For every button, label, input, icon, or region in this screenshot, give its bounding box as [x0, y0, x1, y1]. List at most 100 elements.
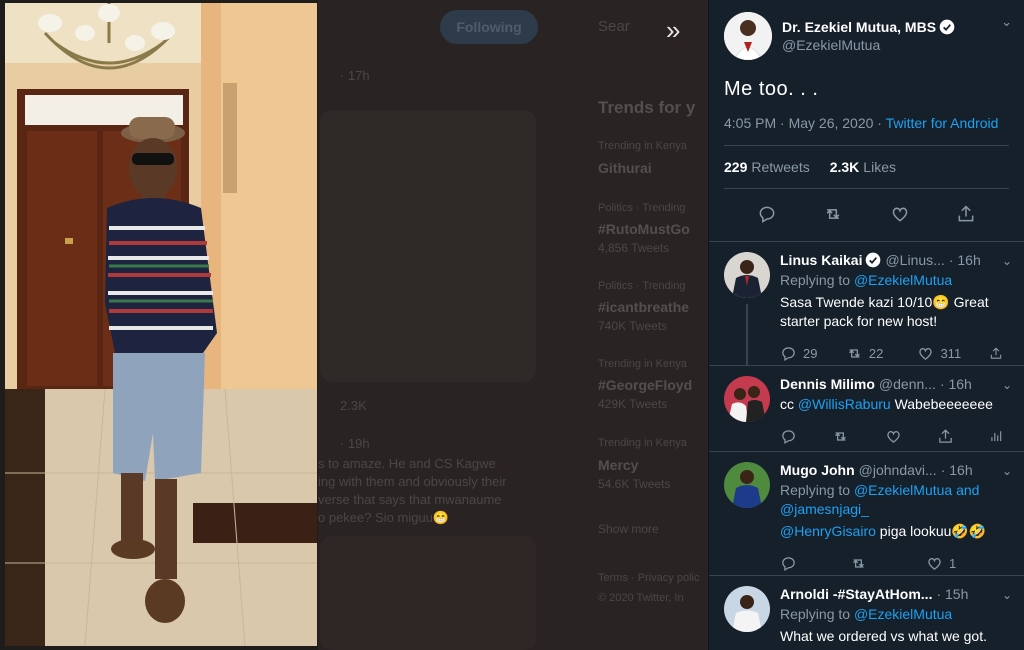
background-trend-context: Politics · Trending: [598, 202, 686, 214]
likes-stat[interactable]: 2.3K Likes: [830, 159, 896, 175]
avatar-image: [724, 376, 770, 422]
tweet-timestamp[interactable]: 4:05 PM · May 26, 2020 ·: [724, 115, 882, 131]
avatar[interactable]: [724, 462, 770, 508]
reply-author-handle[interactable]: @johndavi...: [859, 462, 937, 478]
reply-time[interactable]: · 16h: [949, 252, 981, 268]
mention-link[interactable]: @HenryGisairo: [780, 523, 876, 539]
retweet-icon[interactable]: [823, 204, 843, 224]
retweets-label: Retweets: [751, 159, 810, 175]
analytics-action[interactable]: [989, 428, 1009, 445]
reply-more-chevron-icon[interactable]: ⌄: [1002, 254, 1012, 268]
background-trends-title: Trends for y: [598, 98, 696, 117]
replying-to-link[interactable]: @EzekielMutua: [854, 482, 952, 498]
retweet-action[interactable]: [832, 428, 884, 445]
background-tweet-line: ing with them and obviously their: [318, 474, 507, 489]
reply-icon: [782, 556, 795, 571]
reply-author-handle[interactable]: @Linus...: [885, 252, 944, 268]
like-count: 311: [940, 345, 962, 361]
reply-text: Sasa Twende kazi 10/10😁 Great starter pa…: [780, 294, 989, 329]
background-show-more: Show more: [598, 522, 659, 536]
background-footer: Terms · Privacy polic: [598, 572, 700, 584]
replying-to: Replying to @EzekielMutua and @jamesnjagi…: [780, 481, 1009, 519]
tweet-meta: 4:05 PM · May 26, 2020 · Twitter for And…: [724, 115, 1009, 131]
more-options-chevron-icon[interactable]: ⌄: [1001, 14, 1012, 30]
like-count: 1: [949, 555, 957, 571]
reply-author-name[interactable]: Dennis Milimo: [780, 376, 875, 392]
reply-count: 29: [803, 345, 818, 361]
background-tweet-line: o pekee? Sio miguu😁: [318, 510, 450, 525]
share-icon[interactable]: [956, 204, 976, 224]
thread-connector: [746, 304, 748, 366]
avatar-image: [724, 462, 770, 508]
retweets-stat[interactable]: 229 Retweets: [724, 159, 810, 175]
replying-prefix: Replying to: [780, 606, 851, 622]
reply-action[interactable]: [780, 555, 850, 572]
reply-icon[interactable]: [757, 204, 777, 224]
replying-to-link[interactable]: @EzekielMutua: [854, 272, 952, 288]
replying-to-and: and: [956, 482, 980, 498]
reply-more-chevron-icon[interactable]: ⌄: [1002, 378, 1012, 392]
avatar[interactable]: [724, 376, 770, 422]
tweet-text: Me too. . .: [724, 78, 819, 100]
background-trend-context: Trending in Kenya: [598, 140, 687, 152]
mention-link[interactable]: @WillisRaburu: [798, 396, 891, 412]
reply-more-chevron-icon[interactable]: ⌄: [1002, 588, 1012, 602]
reply-time[interactable]: · 16h: [941, 462, 973, 478]
reply-author-name[interactable]: Mugo John: [780, 462, 855, 478]
like-action[interactable]: 311: [917, 345, 989, 362]
author-display-name[interactable]: Dr. Ezekiel Mutua, MBS: [782, 19, 955, 35]
retweet-action[interactable]: [850, 555, 926, 572]
share-action[interactable]: [937, 428, 989, 445]
reply-author-name[interactable]: Linus Kaikai: [780, 252, 862, 268]
like-action[interactable]: 1: [926, 555, 1002, 572]
retweet-action[interactable]: 22: [846, 345, 918, 362]
reply-time[interactable]: · 15h: [936, 586, 968, 602]
reply-tweet[interactable]: ⌄ Dennis Milimo @denn... · 16h cc @Willi…: [709, 366, 1024, 452]
share-icon: [938, 428, 952, 443]
likes-count: 2.3K: [829, 159, 860, 175]
reply-text-prefix: cc: [780, 396, 794, 412]
background-trend-count: 429K Tweets: [598, 397, 668, 411]
avatar-image: [724, 586, 770, 632]
reply-time[interactable]: · 16h: [940, 376, 972, 392]
share-icon: [990, 347, 1002, 359]
background-trend-name: Mercy: [598, 457, 639, 473]
replying-to-link[interactable]: @EzekielMutua: [854, 606, 952, 622]
collapse-panel-icon[interactable]: »: [666, 17, 692, 43]
background-footer: © 2020 Twitter, In: [598, 592, 684, 604]
background-trend-context: Politics · Trending: [598, 280, 686, 292]
background-time-2: · 19h: [340, 436, 370, 451]
replying-to-link[interactable]: @jamesnjagi_: [780, 501, 869, 517]
reply-tweet[interactable]: ⌄ Arnoldi -#StayAtHom... · 15h Replying …: [709, 576, 1024, 650]
reply-action[interactable]: [780, 428, 832, 445]
tweet-photo[interactable]: [5, 3, 317, 646]
reply-action[interactable]: 29: [780, 345, 846, 362]
avatar[interactable]: [724, 12, 772, 60]
background-trend-name: Githurai: [598, 160, 652, 176]
retweet-icon: [853, 558, 864, 568]
reply-author-handle[interactable]: @denn...: [879, 376, 936, 392]
reply-tweet[interactable]: ⌄ Mugo John @johndavi... · 16h Replying …: [709, 452, 1024, 576]
reply-tweet[interactable]: ⌄ Linus Kaikai @Linus... · 16h Replying …: [709, 242, 1024, 366]
reply-author-name[interactable]: Arnoldi -#StayAtHom...: [780, 586, 932, 602]
like-heart-icon: [928, 557, 941, 570]
replying-to: Replying to @EzekielMutua: [780, 271, 1009, 290]
author-name-text[interactable]: Dr. Ezekiel Mutua, MBS: [782, 19, 936, 35]
reply-more-chevron-icon[interactable]: ⌄: [1002, 464, 1012, 478]
avatar[interactable]: [724, 586, 770, 632]
avatar[interactable]: [724, 252, 770, 298]
background-media-card: [320, 110, 536, 382]
like-action[interactable]: [885, 428, 937, 445]
tweet-detail-panel: Dr. Ezekiel Mutua, MBS @EzekielMutua ⌄ M…: [708, 0, 1024, 650]
retweet-icon: [835, 431, 847, 441]
tweet-stats: 229 Retweets 2.3K Likes: [724, 145, 1009, 189]
main-tweet: Dr. Ezekiel Mutua, MBS @EzekielMutua ⌄ M…: [709, 0, 1024, 242]
photo-illustration: [5, 3, 317, 646]
replying-prefix: Replying to: [780, 272, 851, 288]
tweet-source-link[interactable]: Twitter for Android: [886, 115, 999, 131]
author-handle[interactable]: @EzekielMutua: [782, 37, 955, 53]
background-tweet-line: verse that says that mwanaume: [318, 492, 502, 507]
like-heart-icon: [919, 347, 933, 360]
like-heart-icon[interactable]: [890, 204, 910, 224]
share-action[interactable]: [989, 345, 1009, 362]
